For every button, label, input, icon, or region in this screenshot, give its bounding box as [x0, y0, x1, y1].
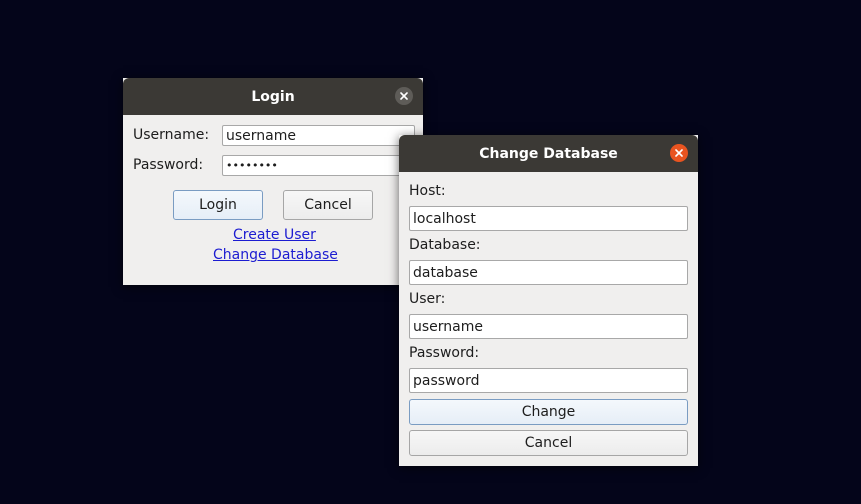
change-database-link[interactable]: Change Database — [213, 247, 338, 263]
change-database-close-button[interactable] — [670, 144, 688, 162]
create-user-link[interactable]: Create User — [233, 227, 316, 243]
database-label: Database: — [409, 237, 481, 253]
login-titlebar: Login — [123, 78, 423, 115]
login-cancel-button[interactable]: Cancel — [283, 190, 373, 220]
login-close-button[interactable] — [395, 87, 413, 105]
close-icon — [675, 149, 683, 157]
database-field[interactable]: database — [409, 260, 688, 285]
username-field[interactable]: username — [222, 125, 415, 146]
login-window-title: Login — [251, 88, 295, 105]
host-label: Host: — [409, 183, 446, 199]
change-database-window: Change Database Host: localhost Database… — [399, 135, 698, 466]
host-field[interactable]: localhost — [409, 206, 688, 231]
password-field[interactable]: •••••••• — [222, 155, 415, 176]
password-label: Password: — [133, 157, 204, 173]
change-button[interactable]: Change — [409, 399, 688, 425]
change-database-cancel-button[interactable]: Cancel — [409, 430, 688, 456]
db-password-label: Password: — [409, 345, 480, 361]
username-label: Username: — [133, 127, 210, 143]
login-button[interactable]: Login — [173, 190, 263, 220]
change-database-titlebar: Change Database — [399, 135, 698, 172]
close-icon — [400, 92, 408, 100]
login-window: Login Username: username Password: •••••… — [123, 78, 423, 285]
change-database-window-title: Change Database — [479, 145, 618, 162]
db-password-field[interactable]: password — [409, 368, 688, 393]
user-field[interactable]: username — [409, 314, 688, 339]
user-label: User: — [409, 291, 446, 307]
